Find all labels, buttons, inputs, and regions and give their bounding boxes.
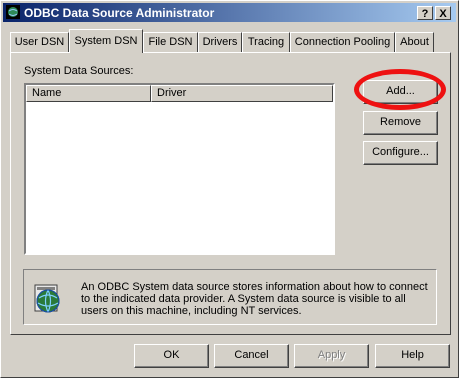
cancel-button-label: Cancel [234, 349, 269, 361]
column-header-driver[interactable]: Driver [151, 85, 333, 102]
apply-button-label: Apply [317, 349, 346, 361]
tab-drivers[interactable]: Drivers [198, 32, 242, 52]
tab-file-dsn[interactable]: File DSN [143, 32, 198, 52]
help-button[interactable]: Help [375, 344, 450, 368]
configure-button-label: Configure... [372, 146, 429, 158]
tab-about[interactable]: About [395, 32, 434, 52]
configure-button[interactable]: Configure... [363, 141, 438, 165]
window-title: ODBC Data Source Administrator [24, 6, 215, 20]
tab-user-dsn[interactable]: User DSN [10, 32, 69, 52]
apply-button[interactable]: Apply [294, 344, 369, 368]
system-data-sources-label: System Data Sources: [24, 65, 134, 77]
globe-database-icon [34, 284, 60, 313]
description-text: An ODBC System data source stores inform… [81, 281, 428, 317]
tab-tracing[interactable]: Tracing [242, 32, 290, 52]
help-button-label: Help [401, 349, 424, 361]
remove-button-label: Remove [380, 116, 421, 128]
odbc-app-icon [6, 5, 20, 19]
help-title-button[interactable]: ? [417, 6, 433, 20]
add-button[interactable]: Add... [363, 80, 438, 104]
remove-button[interactable]: Remove [363, 111, 438, 135]
cancel-button[interactable]: Cancel [214, 344, 289, 368]
add-button-label: Add... [386, 85, 415, 97]
tab-system-dsn[interactable]: System DSN [69, 29, 143, 53]
description-groupbox: An ODBC System data source stores inform… [23, 269, 437, 325]
system-data-sources-list[interactable]: Name Driver [24, 83, 335, 255]
ok-button-label: OK [163, 349, 180, 361]
column-header-name[interactable]: Name [26, 85, 151, 102]
ok-button[interactable]: OK [134, 344, 209, 368]
close-title-button[interactable]: X [435, 6, 451, 20]
odbc-dialog-window: ODBC Data Source Administrator ? X User … [0, 0, 459, 378]
title-bar[interactable]: ODBC Data Source Administrator ? X [3, 3, 456, 22]
tab-connection-pooling[interactable]: Connection Pooling [290, 32, 395, 52]
